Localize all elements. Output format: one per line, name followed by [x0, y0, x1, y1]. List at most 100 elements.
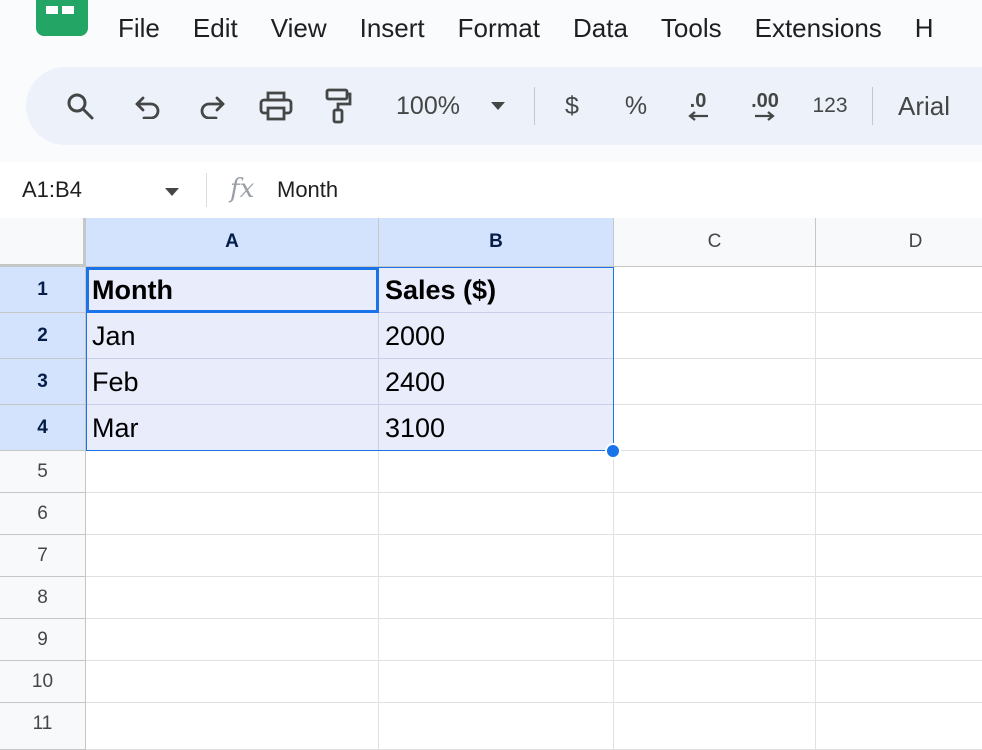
print-icon[interactable]: [258, 67, 294, 145]
cell-c3[interactable]: [614, 359, 816, 405]
cell-c4[interactable]: [614, 405, 816, 451]
menu-insert[interactable]: Insert: [360, 0, 425, 56]
cell-b1[interactable]: Sales ($): [379, 267, 614, 313]
font-value: Arial: [898, 90, 951, 121]
decrease-decimals-button[interactable]: .0: [678, 67, 718, 145]
menu-bar: File Edit View Insert Format Data Tools …: [0, 0, 982, 56]
increase-decimals-label: .00: [751, 90, 779, 112]
empty-cell[interactable]: [86, 577, 379, 619]
empty-cell[interactable]: [86, 535, 379, 577]
menu-edit[interactable]: Edit: [193, 0, 238, 56]
empty-cell[interactable]: [614, 493, 816, 535]
toolbar: 100% $ % .0 .00 123 Arial: [26, 67, 982, 145]
arrow-right-icon: [755, 111, 775, 121]
sheet-grid: A B C D 1 2 3 4 5 6 7 8 9 10 11 Month Sa…: [0, 218, 982, 750]
paint-format-icon[interactable]: [322, 67, 354, 145]
menu-extensions[interactable]: Extensions: [755, 0, 882, 56]
column-header-b[interactable]: B: [379, 218, 614, 267]
empty-cell[interactable]: [614, 535, 816, 577]
search-menus-icon[interactable]: [62, 67, 98, 145]
empty-cell[interactable]: [816, 493, 982, 535]
font-select[interactable]: Arial: [898, 67, 968, 145]
increase-decimals-button[interactable]: .00: [742, 67, 788, 145]
chevron-down-icon[interactable]: [164, 184, 180, 202]
fill-handle[interactable]: [605, 443, 621, 459]
empty-cell[interactable]: [816, 451, 982, 493]
zoom-value: 100%: [396, 91, 460, 120]
row-header-6[interactable]: 6: [0, 493, 86, 535]
empty-cell[interactable]: [379, 451, 614, 493]
percent-label: %: [624, 91, 648, 120]
row-header-7[interactable]: 7: [0, 535, 86, 577]
row-header-9[interactable]: 9: [0, 619, 86, 661]
menu-data[interactable]: Data: [573, 0, 628, 56]
zoom-select[interactable]: 100%: [388, 67, 468, 145]
empty-cell[interactable]: [816, 535, 982, 577]
cell-a3[interactable]: Feb: [86, 359, 379, 405]
cell-a2[interactable]: Jan: [86, 313, 379, 359]
empty-cell[interactable]: [379, 703, 614, 750]
empty-cell[interactable]: [816, 619, 982, 661]
menu-view[interactable]: View: [271, 0, 327, 56]
row-header-2[interactable]: 2: [0, 313, 86, 359]
cell-b2[interactable]: 2000: [379, 313, 614, 359]
column-header-a[interactable]: A: [86, 218, 379, 267]
empty-cell[interactable]: [614, 703, 816, 750]
cell-b3[interactable]: 2400: [379, 359, 614, 405]
column-header-d[interactable]: D: [816, 218, 982, 267]
name-box[interactable]: A1:B4: [22, 162, 82, 218]
formula-bar-divider: [206, 173, 207, 207]
cell-d2[interactable]: [816, 313, 982, 359]
redo-icon[interactable]: [196, 67, 228, 145]
menu-help[interactable]: H: [915, 0, 934, 56]
empty-cell[interactable]: [816, 703, 982, 750]
empty-cell[interactable]: [614, 577, 816, 619]
empty-cell[interactable]: [614, 661, 816, 703]
cell-a1[interactable]: Month: [86, 267, 379, 313]
cell-a4[interactable]: Mar: [86, 405, 379, 451]
row-header-8[interactable]: 8: [0, 577, 86, 619]
column-header-c[interactable]: C: [614, 218, 816, 267]
empty-cell[interactable]: [614, 619, 816, 661]
menu-format[interactable]: Format: [458, 0, 540, 56]
cell-c2[interactable]: [614, 313, 816, 359]
formula-input[interactable]: Month: [277, 162, 338, 218]
empty-cell[interactable]: [379, 661, 614, 703]
decrease-decimals-label: .0: [689, 90, 707, 112]
arrow-left-icon: [688, 111, 708, 121]
empty-cell[interactable]: [86, 661, 379, 703]
row-header-4[interactable]: 4: [0, 405, 86, 451]
empty-cell[interactable]: [86, 493, 379, 535]
undo-icon[interactable]: [132, 67, 164, 145]
menu-file[interactable]: File: [118, 0, 160, 56]
empty-cell[interactable]: [379, 493, 614, 535]
row-header-5[interactable]: 5: [0, 451, 86, 493]
row-header-10[interactable]: 10: [0, 661, 86, 703]
empty-cell[interactable]: [86, 451, 379, 493]
more-formats-button[interactable]: 123: [808, 67, 852, 145]
cell-d3[interactable]: [816, 359, 982, 405]
row-header-3[interactable]: 3: [0, 359, 86, 405]
menu-tools[interactable]: Tools: [661, 0, 722, 56]
empty-cell[interactable]: [379, 535, 614, 577]
empty-cell[interactable]: [614, 451, 816, 493]
empty-cell[interactable]: [816, 661, 982, 703]
cell-d1[interactable]: [816, 267, 982, 313]
cell-b4[interactable]: 3100: [379, 405, 614, 451]
empty-cell[interactable]: [816, 577, 982, 619]
row-header-1[interactable]: 1: [0, 267, 86, 313]
toolbar-divider: [872, 87, 873, 125]
select-all-corner[interactable]: [0, 218, 86, 267]
percent-format-button[interactable]: %: [620, 67, 652, 145]
function-icon: fx: [230, 174, 255, 204]
cell-d4[interactable]: [816, 405, 982, 451]
empty-cell[interactable]: [86, 619, 379, 661]
chevron-down-icon[interactable]: [486, 67, 510, 145]
row-header-11[interactable]: 11: [0, 703, 86, 750]
toolbar-divider: [534, 87, 535, 125]
currency-format-button[interactable]: $: [558, 67, 586, 145]
empty-cell[interactable]: [86, 703, 379, 750]
empty-cell[interactable]: [379, 619, 614, 661]
empty-cell[interactable]: [379, 577, 614, 619]
cell-c1[interactable]: [614, 267, 816, 313]
